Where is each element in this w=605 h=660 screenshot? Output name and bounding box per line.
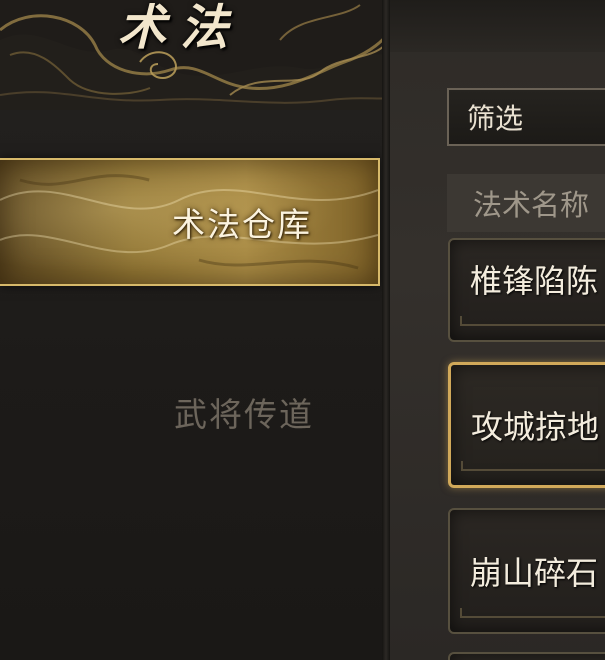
spell-card[interactable]: 椎锋陷陈 (448, 238, 605, 342)
spell-card[interactable]: 崩山碎石 (448, 508, 605, 634)
nav-item-label: 武将传道 (174, 395, 314, 434)
card-decoration (460, 316, 605, 326)
nav-item-label: 术法仓库 (172, 205, 312, 244)
spell-name: 攻城掠地 (471, 408, 600, 446)
spell-screen: 术法 术法仓库 武将传道 筛选 法术名称 椎锋陷陈 攻城掠地 崩山碎石 (0, 0, 605, 660)
panel-divider (382, 0, 390, 660)
filter-label: 筛选 (467, 102, 524, 135)
page-title: 术法 (118, 0, 243, 56)
nav-item-general-teaching[interactable]: 武将传道 (0, 348, 380, 476)
filter-button[interactable]: 筛选 (447, 88, 605, 146)
column-header-spell-name: 法术名称 (447, 174, 605, 232)
spell-card[interactable] (448, 652, 605, 660)
spell-card-selected[interactable]: 攻城掠地 (448, 362, 605, 488)
left-nav: 术法仓库 武将传道 (0, 110, 384, 660)
card-decoration (461, 461, 605, 471)
spell-name: 椎锋陷陈 (470, 262, 599, 300)
nav-item-spell-warehouse[interactable]: 术法仓库 (0, 158, 380, 286)
panel-top-strip (390, 0, 605, 52)
column-header-label: 法术名称 (473, 188, 590, 222)
card-decoration (460, 608, 605, 618)
spell-name: 崩山碎石 (470, 554, 599, 592)
